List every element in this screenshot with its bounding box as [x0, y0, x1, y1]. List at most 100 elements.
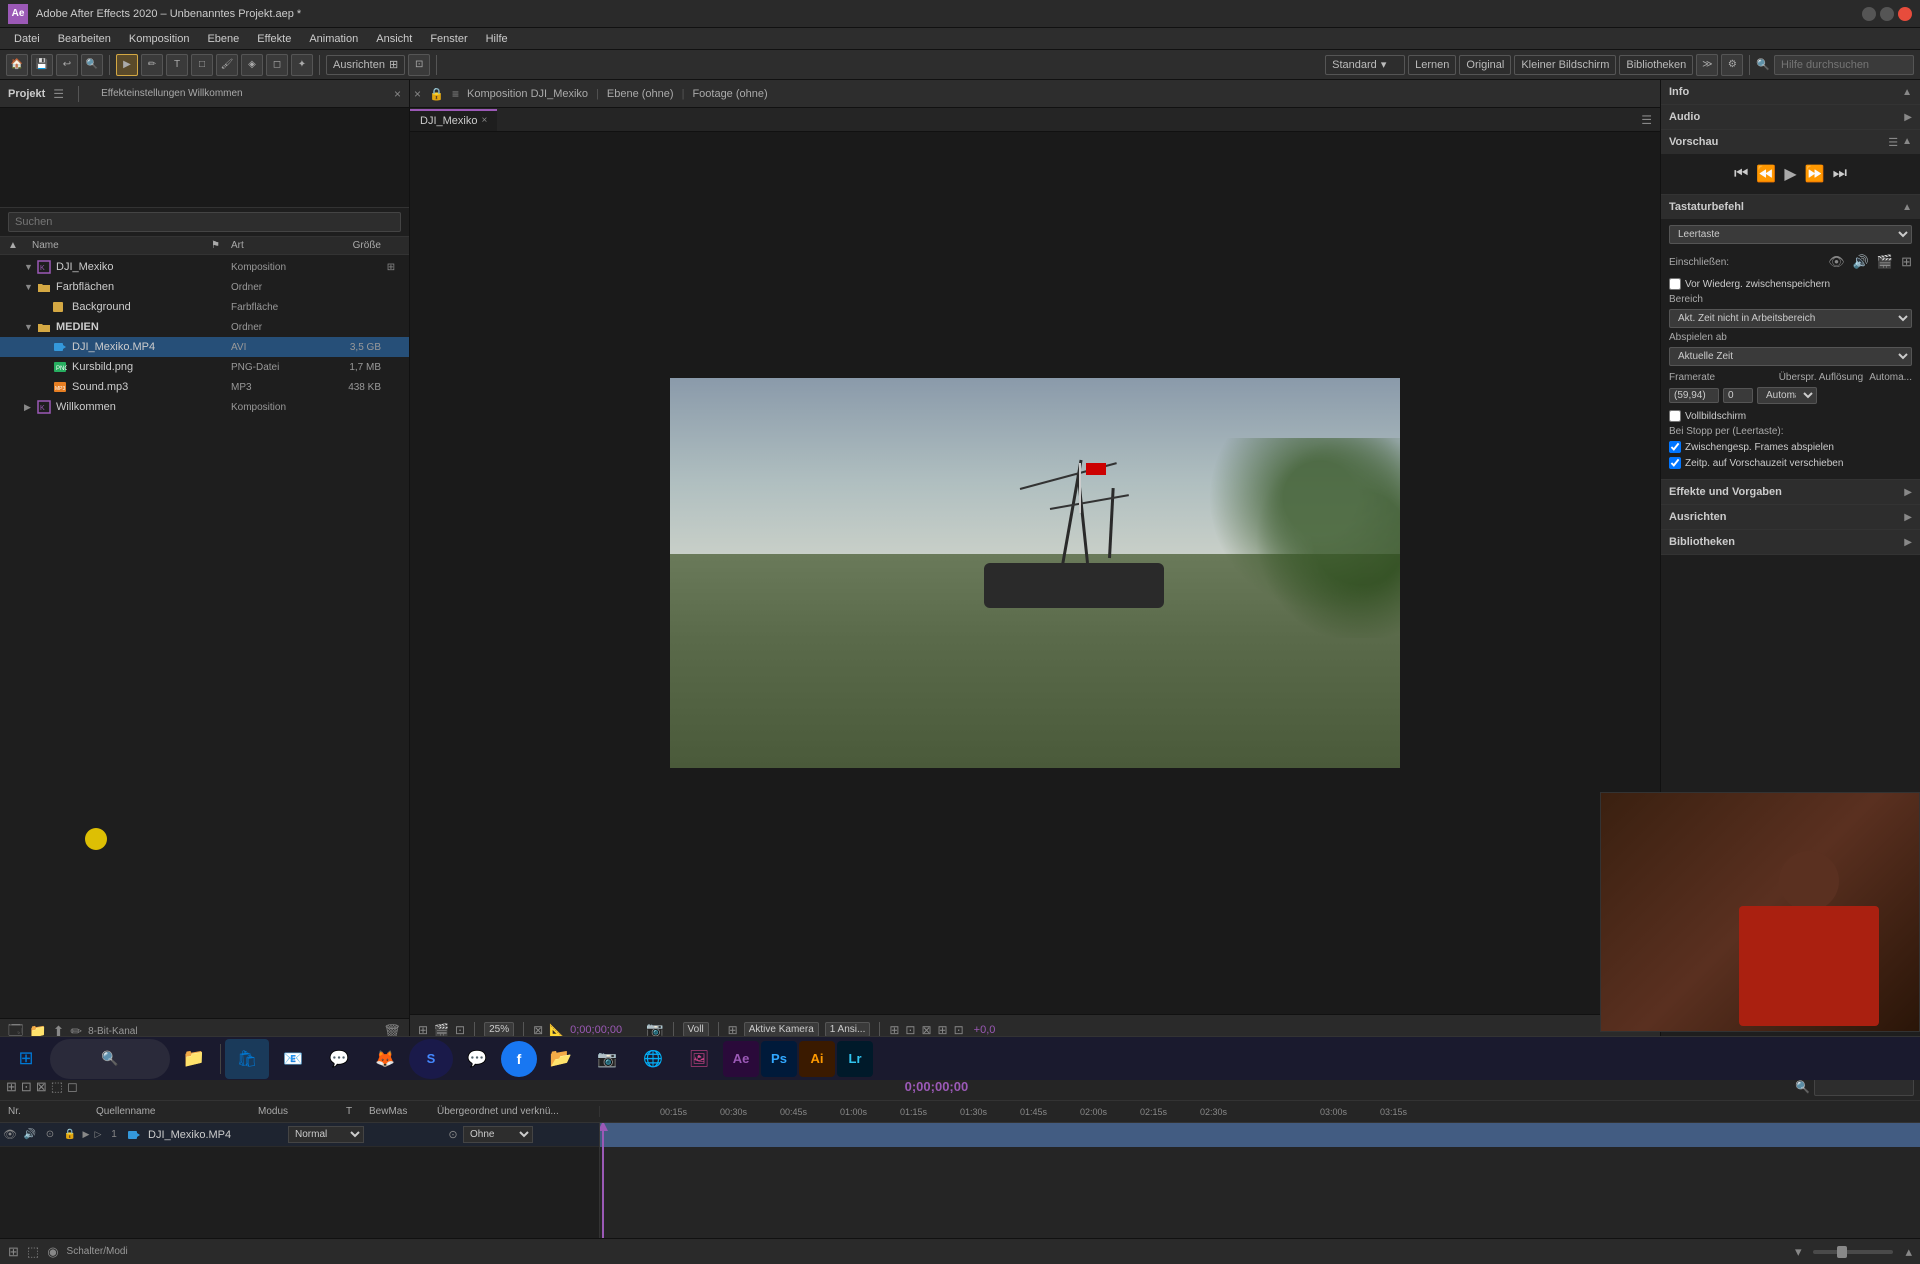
toolbar-align[interactable]: Ausrichten ⊞ — [326, 55, 405, 75]
taskbar-start[interactable]: ⊞ — [4, 1039, 48, 1079]
col-size-header[interactable]: Größe — [321, 240, 381, 251]
info-collapse-icon[interactable]: ▲ — [1902, 87, 1912, 98]
audio-section-header[interactable]: Audio ▶ — [1661, 105, 1920, 129]
einschl-audio-icon[interactable]: 🔊 — [1853, 254, 1869, 270]
tool-shape[interactable]: □ — [191, 54, 213, 76]
zeitp-verschieben-checkbox[interactable] — [1669, 457, 1681, 469]
camera-dropdown[interactable]: Aktive Kamera — [744, 1022, 819, 1037]
prev-next-btn[interactable]: ⏩ — [1805, 164, 1825, 184]
framerate-input[interactable] — [1669, 388, 1719, 403]
vc-icon9[interactable]: ⊠ — [921, 1023, 931, 1037]
tool-pen[interactable]: ✏ — [141, 54, 163, 76]
tool-extra1[interactable]: ⊡ — [408, 54, 430, 76]
col-name-header[interactable]: Name — [32, 240, 211, 251]
taskbar-browser2[interactable]: 🌐 — [631, 1039, 675, 1079]
layer-lock-1[interactable]: 🔒 — [60, 1129, 80, 1140]
close-button[interactable] — [1898, 7, 1912, 21]
tool-undo[interactable]: ↩ — [56, 54, 78, 76]
vc-icon7[interactable]: ⊞ — [889, 1023, 899, 1037]
menu-hilfe[interactable]: Hilfe — [478, 31, 516, 47]
tl-icon1[interactable]: ⊞ — [6, 1079, 17, 1095]
playhead[interactable] — [602, 1123, 604, 1238]
menu-bearbeiten[interactable]: Bearbeiten — [50, 31, 119, 47]
preview-menu-icon[interactable]: ☰ — [1888, 136, 1898, 149]
effekt-tab[interactable]: Effekteinstellungen Willkommen — [93, 84, 251, 103]
tool-save[interactable]: 💾 — [31, 54, 53, 76]
kleiner-btn[interactable]: Kleiner Bildschirm — [1514, 55, 1616, 75]
views-dropdown[interactable]: 1 Ansi... — [825, 1022, 871, 1037]
bibliotheken-section-header[interactable]: Bibliotheken ▶ — [1661, 530, 1920, 554]
tl-icon5[interactable]: ◻ — [67, 1079, 78, 1095]
expand-farbflachen[interactable]: ▼ — [24, 282, 36, 292]
menu-animation[interactable]: Animation — [301, 31, 366, 47]
taskbar-illustrator[interactable]: Ai — [799, 1041, 835, 1077]
layer-audio-1[interactable]: 🔊 — [20, 1129, 40, 1140]
layer-eye-1[interactable]: 👁 — [0, 1128, 20, 1141]
tl-zoom-slider[interactable] — [1813, 1250, 1893, 1254]
tl-zoom-in[interactable]: ▴ — [1905, 1244, 1912, 1260]
effekte-section-header[interactable]: Effekte und Vorgaben ▶ — [1661, 480, 1920, 504]
tl-icon4[interactable]: ⬚ — [51, 1079, 63, 1095]
zoom-dropdown[interactable]: 25% — [484, 1022, 514, 1037]
ausrichten-section-header[interactable]: Ausrichten ▶ — [1661, 505, 1920, 529]
vc-icon5[interactable]: 📐 — [549, 1023, 564, 1037]
minimize-button[interactable] — [1862, 7, 1876, 21]
tool-select[interactable]: ▶ — [116, 54, 138, 76]
project-search-input[interactable] — [8, 212, 401, 232]
menu-datei[interactable]: Datei — [6, 31, 48, 47]
comp-tab-djimexiko[interactable]: DJI_Mexiko × — [410, 109, 497, 131]
zwischen-frames-checkbox[interactable] — [1669, 441, 1681, 453]
timeline-current-time[interactable]: 0;00;00;00 — [905, 1079, 969, 1094]
layer-mode-select-1[interactable]: Normal — [288, 1126, 364, 1143]
prev-first-btn[interactable]: ⏮ — [1734, 165, 1748, 183]
taskbar-messenger[interactable]: 💬 — [455, 1039, 499, 1079]
tree-item-medien[interactable]: ▼ MEDIEN Ordner — [0, 317, 409, 337]
vc-icon4[interactable]: ⊠ — [533, 1023, 543, 1037]
layer-expand-1[interactable]: ▶ — [80, 1129, 92, 1141]
timeline-tracks-right[interactable] — [600, 1123, 1920, 1238]
tl-icon3[interactable]: ⊠ — [36, 1079, 47, 1095]
taskbar-search[interactable]: 🔍 — [50, 1039, 170, 1079]
maximize-button[interactable] — [1880, 7, 1894, 21]
vc-icon3[interactable]: ⊡ — [455, 1023, 465, 1037]
taskbar-lightroom[interactable]: Lr — [837, 1041, 873, 1077]
taskbar-files[interactable]: 📂 — [539, 1039, 583, 1079]
bibliotheken-btn[interactable]: Bibliotheken — [1619, 55, 1693, 75]
preview-section-header[interactable]: Vorschau ☰ ▲ — [1661, 130, 1920, 154]
vc-icon2[interactable]: 🎬 — [434, 1023, 449, 1037]
tool-text[interactable]: T — [166, 54, 188, 76]
bereich-dropdown[interactable]: Akt. Zeit nicht in Arbeitsbereich — [1669, 309, 1912, 328]
audio-collapse-icon[interactable]: ▶ — [1904, 112, 1912, 123]
expand-medien[interactable]: ▼ — [24, 322, 36, 332]
info-section-header[interactable]: Info ▲ — [1661, 80, 1920, 104]
abspielen-dropdown[interactable]: Aktuelle Zeit — [1669, 347, 1912, 366]
taskbar-store[interactable]: 🛍 — [225, 1039, 269, 1079]
learn-btn[interactable]: Lernen — [1408, 55, 1456, 75]
taskbar-shazam[interactable]: S — [409, 1039, 453, 1079]
layer-solo-1[interactable]: ⊙ — [40, 1129, 60, 1140]
menu-effekte[interactable]: Effekte — [249, 31, 299, 47]
taskbar-photos[interactable]: 🖼 — [677, 1039, 721, 1079]
menu-ebene[interactable]: Ebene — [199, 31, 247, 47]
tool-stamp[interactable]: ◈ — [241, 54, 263, 76]
layer-expand-2[interactable]: ▷ — [92, 1129, 104, 1141]
timeline-bar-1[interactable] — [600, 1123, 1920, 1147]
taskbar-photoshop[interactable]: Ps — [761, 1041, 797, 1077]
ausrichten-collapse-icon[interactable]: ▶ — [1904, 512, 1912, 523]
col-type-header[interactable]: Art — [231, 240, 321, 251]
menu-fenster[interactable]: Fenster — [422, 31, 475, 47]
einschl-extra-icon[interactable]: ⊞ — [1901, 254, 1912, 270]
taskbar-explorer[interactable]: 📁 — [172, 1039, 216, 1079]
bibliotheken-collapse-icon[interactable]: ▶ — [1904, 537, 1912, 548]
preview-collapse-icon[interactable]: ▲ — [1902, 136, 1912, 149]
einschl-video-icon[interactable]: 🎬 — [1877, 254, 1893, 270]
panel-close-icon[interactable]: × — [394, 87, 401, 101]
tree-item-willkommen[interactable]: ▶ K Willkommen Komposition — [0, 397, 409, 417]
aufloesung-dropdown[interactable]: Automa... — [1757, 387, 1817, 404]
workspace-dropdown[interactable]: Standard ▾ — [1325, 55, 1405, 75]
tool-brush[interactable]: 🖌 — [216, 54, 238, 76]
comp-tab-close[interactable]: × — [481, 115, 487, 126]
taskbar-firefox[interactable]: 🦊 — [363, 1039, 407, 1079]
layer-parent-select-1[interactable]: Ohne — [463, 1126, 533, 1143]
prev-last-btn[interactable]: ⏭ — [1833, 165, 1847, 183]
